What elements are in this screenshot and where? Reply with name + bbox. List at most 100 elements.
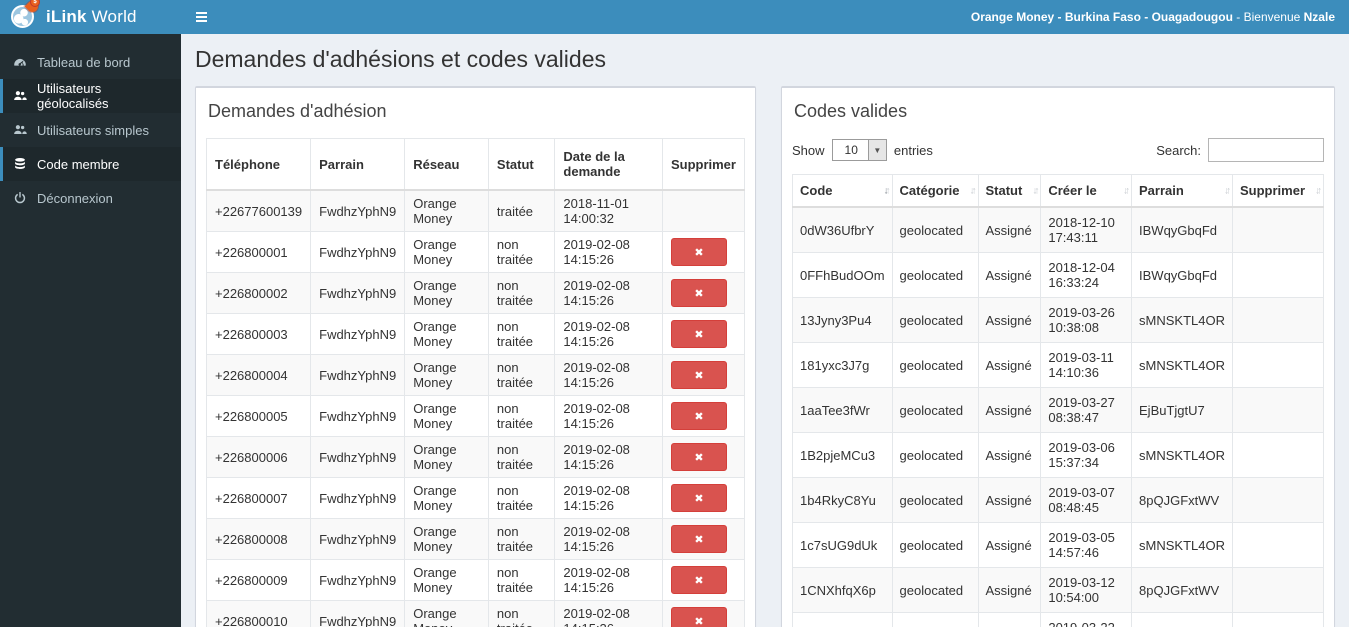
table-cell: Assigné <box>977 342 1042 388</box>
sidebar: $ iLink World Tableau de bord Utilisateur… <box>0 0 181 627</box>
table-cell: Assigné <box>977 206 1042 253</box>
sidebar-item-utilisateurs-simples[interactable]: Utilisateurs simples <box>0 113 181 147</box>
delete-button[interactable]: ✖ <box>670 361 727 389</box>
sidebar-item-tableau-de-bord[interactable]: Tableau de bord <box>0 45 181 79</box>
demandes-panel: Demandes d'adhésion Téléphone Parrain Rése… <box>195 86 756 627</box>
table-cell: Assigné <box>977 567 1042 613</box>
sidebar-item-d-connexion[interactable]: Déconnexion <box>0 181 181 215</box>
sidebar-item-label: Déconnexion <box>37 190 113 206</box>
table-cell: 2019-02-08 14:15:26 <box>554 600 663 627</box>
delete-button[interactable]: ✖ <box>670 566 727 594</box>
database-icon <box>13 157 27 171</box>
table-cell: ✖ <box>661 600 746 627</box>
sort-icon: ↓↑ <box>969 185 977 196</box>
table-row: 1c7sUG9dUk geolocated Assigné 2019-03-05 14… <box>792 522 1325 568</box>
table-cell: sMNSKTL4OR <box>1131 522 1233 568</box>
table-cell: FwdhzYphN9 <box>310 189 406 232</box>
demandes-column-header: Parrain <box>310 138 406 191</box>
table-row: 1CNXhfqX6p geolocated Assigné 2019-03-12 10… <box>792 567 1325 613</box>
table-cell: ✖ <box>661 518 746 560</box>
sidebar-item-utilisateurs-g-olocalis-s[interactable]: Utilisateurs géolocalisés <box>0 79 181 113</box>
demandes-table: Téléphone Parrain Réseau Statut Date de la d… <box>205 138 746 627</box>
sidebar-item-label: Utilisateurs simples <box>37 122 149 138</box>
table-cell: +226800007 <box>205 477 312 519</box>
table-cell: Orange Money <box>404 231 489 273</box>
table-cell: 2019-03-22 08:45:22 <box>1040 612 1133 627</box>
table-cell: +226800004 <box>205 354 312 396</box>
table-cell: ✖ <box>661 272 746 314</box>
table-cell: 1CNXhfqX6p <box>792 567 893 613</box>
table-cell <box>1231 342 1325 388</box>
delete-button[interactable]: ✖ <box>670 607 727 627</box>
datatable-controls: Show 10 ▼ entries Search: <box>792 138 1324 162</box>
table-cell: +226800006 <box>205 436 312 478</box>
table-cell <box>1231 387 1325 433</box>
table-cell: Orange Money <box>404 313 489 355</box>
globe-pin-logo-icon: $ <box>11 0 41 30</box>
table-cell: geolocated <box>891 297 979 343</box>
table-row: +226800010FwdhzYphN9Orange Moneynon trai… <box>205 600 746 627</box>
table-cell: 1b4RkyC8Yu <box>792 477 893 523</box>
table-cell: +226800005 <box>205 395 312 437</box>
search-input[interactable] <box>1208 138 1324 162</box>
delete-button[interactable]: ✖ <box>670 320 727 348</box>
table-row: +226800001 FwdhzYphN9 Orange Money non trai… <box>205 231 746 273</box>
table-cell: Orange Money <box>404 354 489 396</box>
table-cell: non traitée <box>487 559 556 601</box>
codes-column-header-sortable[interactable]: Supprimer ↓↑ <box>1231 174 1325 208</box>
table-cell: ✖ <box>661 354 746 396</box>
codes-table: Code ↓↑ Catégorie ↓↑ Statut ↓↑ Créer le ↓↑ Parra… <box>792 174 1325 627</box>
codes-column-header-sortable[interactable]: Créer le ↓↑ <box>1040 174 1133 208</box>
table-cell <box>1231 522 1325 568</box>
table-cell <box>1231 252 1325 298</box>
codes-column-header-sortable[interactable]: Catégorie ↓↑ <box>891 174 979 208</box>
table-cell: non traitée <box>487 600 556 627</box>
table-cell: geolocated <box>891 387 979 433</box>
codes-column-header-sortable[interactable]: Statut ↓↑ <box>977 174 1042 208</box>
table-cell <box>1231 567 1325 613</box>
table-cell: sMNSKTL4OR <box>1131 297 1233 343</box>
brand-logo[interactable]: $ iLink World <box>0 0 181 34</box>
table-cell: FwdhzYphN9 <box>310 477 406 519</box>
delete-button[interactable]: ✖ <box>670 484 727 512</box>
table-cell: Assigné <box>977 387 1042 433</box>
delete-button[interactable]: ✖ <box>670 238 727 266</box>
delete-button[interactable]: ✖ <box>670 402 727 430</box>
table-cell: 2019-02-08 14:15:26 <box>554 436 663 478</box>
table-row: +22677600139 FwdhzYphN9 Orange Money traité… <box>205 189 746 232</box>
demandes-panel-title: Demandes d'adhésion <box>208 101 387 121</box>
table-row: +226800002 FwdhzYphN9 Orange Money non trai… <box>205 272 746 314</box>
demandes-column-header: Statut <box>487 138 556 191</box>
table-cell: Orange Money <box>404 559 489 601</box>
delete-button[interactable]: ✖ <box>670 525 727 553</box>
delete-button[interactable]: ✖ <box>670 279 727 307</box>
table-row: 1B2pjeMCu3 geolocated Assigné 2019-03-06 15… <box>792 432 1325 478</box>
table-row: 181yxc3J7g geolocated Assigné 2019-03-11 14… <box>792 342 1325 388</box>
brand-name: iLink World <box>46 7 137 26</box>
search-control: Search: <box>1156 138 1324 162</box>
users-icon <box>13 89 27 103</box>
table-cell: geolocated <box>891 252 979 298</box>
page-length-select[interactable]: 10 ▼ <box>831 139 887 161</box>
table-row: +226800005 FwdhzYphN9 Orange Money non trai… <box>205 395 746 437</box>
codes-column-header-sortable[interactable]: Parrain ↓↑ <box>1131 174 1233 208</box>
codes-column-header-sortable[interactable]: Code ↓↑ <box>792 174 893 208</box>
table-cell: geolocated <box>891 432 979 478</box>
table-cell <box>1231 206 1325 253</box>
table-cell: non traitée <box>487 354 556 396</box>
table-cell: +226800010 <box>205 600 312 627</box>
sidebar-item-code-membre[interactable]: Code membre <box>0 147 181 181</box>
demandes-column-header: Réseau <box>404 138 489 191</box>
sidebar-item-label: Utilisateurs géolocalisés <box>37 81 109 111</box>
table-row: +226800008 FwdhzYphN9 Orange Money non trai… <box>205 518 746 560</box>
table-cell: FwdhzYphN9 <box>310 600 406 627</box>
table-cell: FwdhzYphN9 <box>310 354 406 396</box>
table-cell: 2019-02-08 14:15:26 <box>554 272 663 314</box>
table-cell: EjBuTjgtU7 <box>1131 387 1233 433</box>
table-cell: Assigné <box>977 522 1042 568</box>
table-cell: geolocated <box>891 342 979 388</box>
table-cell: EjBuTjgtU7 <box>1131 612 1233 627</box>
delete-button[interactable]: ✖ <box>670 443 727 471</box>
table-cell: traitée <box>487 189 556 232</box>
sidebar-toggle-button[interactable] <box>181 0 222 34</box>
